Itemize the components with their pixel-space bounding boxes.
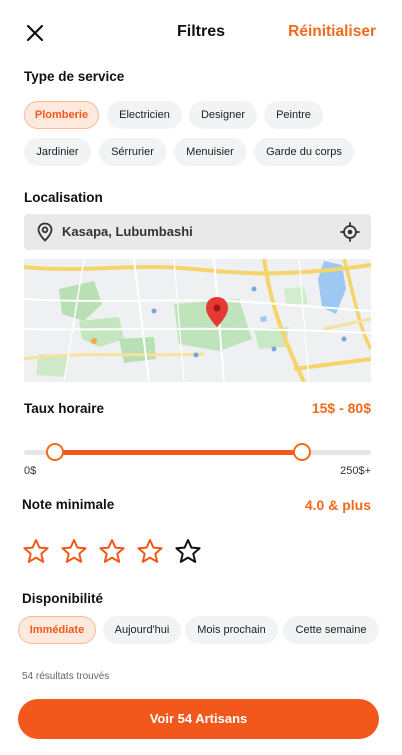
map-image <box>24 259 371 382</box>
star-icon-active[interactable] <box>60 538 88 564</box>
map-pin-icon <box>37 222 53 242</box>
star-icon[interactable] <box>174 538 202 564</box>
chip-service-garde-du-corps[interactable]: Garde du corps <box>254 138 354 166</box>
chip-availability-immediate[interactable]: Immédiate <box>18 616 96 644</box>
star-icon-active[interactable] <box>98 538 126 564</box>
rating-title: Note minimale <box>22 497 115 512</box>
hourly-rate-slider[interactable] <box>24 443 371 461</box>
reset-button[interactable]: Réinitialiser <box>288 23 376 41</box>
chip-service-serrurier[interactable]: Sérrurier <box>99 138 166 166</box>
chip-service-plomberie[interactable]: Plomberie <box>24 101 99 129</box>
chip-service-jardinier[interactable]: Jardinier <box>24 138 91 166</box>
hourly-rate-min-handle[interactable] <box>46 443 65 461</box>
service-type-title: Type de service <box>24 69 125 84</box>
hourly-rate-title: Taux horaire <box>24 401 105 416</box>
chip-service-peintre[interactable]: Peintre <box>264 101 323 129</box>
hourly-rate-max-label: 250$+ <box>340 465 371 477</box>
availability-title: Disponibilité <box>22 591 103 606</box>
hourly-rate-value: 15$ - 80$ <box>311 400 371 416</box>
header: Filtres Réinitialiser <box>0 0 402 64</box>
star-icon-active[interactable] <box>136 538 164 564</box>
star-icon-active[interactable] <box>22 538 50 564</box>
chip-availability-this-week[interactable]: Cette semaine <box>283 616 379 644</box>
location-map[interactable] <box>24 259 371 382</box>
see-artisans-button[interactable]: Voir 54 Artisans <box>18 699 379 739</box>
chip-service-designer[interactable]: Designer <box>189 101 257 129</box>
chip-service-menuisier[interactable]: Menuisier <box>174 138 246 166</box>
location-value[interactable]: Kasapa, Lubumbashi <box>62 224 193 239</box>
hourly-rate-max-handle[interactable] <box>292 443 311 461</box>
chip-service-electricien[interactable]: Electricien <box>107 101 182 129</box>
location-title: Localisation <box>24 190 103 205</box>
chip-availability-next-month[interactable]: Mois prochain <box>185 616 278 644</box>
rating-value: 4.0 & plus <box>304 497 371 513</box>
hourly-rate-slider-fill <box>55 450 302 455</box>
results-count: 54 résultats trouvés <box>22 671 110 682</box>
crosshair-icon[interactable] <box>340 222 360 242</box>
chip-availability-today[interactable]: Aujourd'hui <box>103 616 181 644</box>
location-field[interactable]: Kasapa, Lubumbashi <box>24 214 371 250</box>
hourly-rate-min-label: 0$ <box>24 465 37 477</box>
